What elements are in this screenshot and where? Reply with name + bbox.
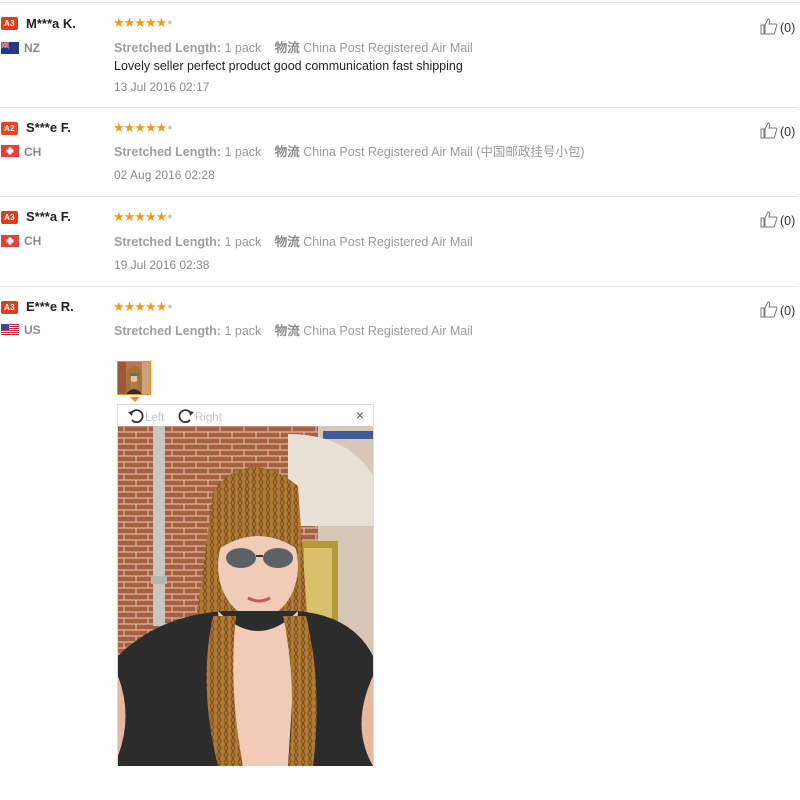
review-date: 02 Aug 2016 02:28: [114, 168, 215, 182]
rating-stars-glyphs: ★★★★★: [113, 120, 167, 135]
logistics-value: China Post Registered Air Mail: [303, 324, 473, 338]
reviewer-name: M***a K.: [26, 16, 76, 31]
length-value: 1 pack: [224, 235, 262, 249]
reviewer-name: S***a F.: [26, 209, 71, 224]
length-value: 1 pack: [224, 324, 262, 338]
rating-stars-glyphs: ★★★★★: [113, 15, 167, 30]
nz-flag-icon: [1, 42, 19, 54]
thumbnail-photo: [118, 362, 150, 394]
buyer-level-badge: A2: [1, 122, 18, 135]
helpful-button[interactable]: (0): [760, 211, 795, 228]
logistics-label: 物流: [274, 145, 300, 159]
review-date: 13 Jul 2016 02:17: [114, 80, 210, 94]
review-attributes: Stretched Length: 1 pack 物流 China Post R…: [114, 37, 473, 56]
helpful-count: (0): [780, 125, 796, 139]
thumbs-up-icon: [760, 122, 778, 139]
reviewer-country: NZ: [24, 41, 40, 55]
review-photo: [118, 426, 373, 766]
length-label: Stretched Length:: [114, 145, 221, 159]
buyer-level-badge: A3: [1, 301, 18, 314]
logistics-value: China Post Registered Air Mail: [303, 235, 473, 249]
buyer-level-badge: A3: [1, 211, 18, 224]
reviewer-country: US: [24, 323, 41, 337]
ch-flag-icon: [1, 145, 19, 157]
logistics-value: China Post Registered Air Mail (中国邮政挂号小包…: [303, 145, 585, 159]
length-label: Stretched Length:: [114, 41, 221, 55]
review-divider: [0, 286, 798, 287]
length-value: 1 pack: [224, 145, 262, 159]
us-flag-icon: [1, 324, 19, 336]
length-label: Stretched Length:: [114, 324, 221, 338]
review-text: Lovely seller perfect product good commu…: [114, 59, 463, 73]
review-attributes: Stretched Length: 1 pack 物流 China Post R…: [114, 141, 585, 160]
rating-stars: ★★★★★●: [113, 120, 173, 135]
thumbs-up-icon: [760, 301, 778, 318]
thumbs-up-icon: [760, 211, 778, 228]
rating-stars: ★★★★★●: [113, 299, 173, 314]
rotate-right-icon: [178, 409, 194, 424]
helpful-button[interactable]: (0): [760, 18, 795, 35]
image-viewer: Left Right ×: [117, 404, 374, 766]
close-icon[interactable]: ×: [356, 408, 364, 422]
logistics-label: 物流: [274, 41, 300, 55]
review-divider: [0, 196, 798, 197]
rotate-right-button[interactable]: Right: [177, 407, 222, 425]
helpful-count: (0): [780, 214, 796, 228]
review-divider: [0, 107, 798, 108]
review-attributes: Stretched Length: 1 pack 物流 China Post R…: [114, 320, 473, 339]
buyer-level-badge: A3: [1, 17, 18, 30]
reviewer-name: S***e F.: [26, 120, 71, 135]
logistics-value: China Post Registered Air Mail: [303, 41, 473, 55]
logistics-label: 物流: [274, 235, 300, 249]
image-viewer-toolbar: Left Right ×: [118, 405, 373, 426]
reviewer-name: E***e R.: [26, 299, 74, 314]
helpful-count: (0): [780, 21, 796, 35]
length-value: 1 pack: [224, 41, 262, 55]
rating-stars-glyphs: ★★★★★: [113, 299, 167, 314]
review-date: 19 Jul 2016 02:38: [114, 258, 210, 272]
length-label: Stretched Length:: [114, 235, 221, 249]
rating-stars: ★★★★★●: [113, 209, 173, 224]
rotate-left-label: Left: [145, 412, 165, 424]
top-divider: [0, 2, 800, 3]
helpful-button[interactable]: (0): [760, 122, 795, 139]
thumbs-up-icon: [760, 18, 778, 35]
reviewer-country: CH: [24, 234, 42, 248]
reviewer-country: CH: [24, 145, 42, 159]
rating-stars-glyphs: ★★★★★: [113, 209, 167, 224]
rotate-left-icon: [128, 409, 144, 424]
review-image-thumbnail[interactable]: [117, 361, 151, 395]
thumbnail-active-caret: [130, 397, 140, 402]
ch-flag-icon: [1, 235, 19, 247]
rotate-left-button[interactable]: Left: [127, 407, 164, 425]
helpful-button[interactable]: (0): [760, 301, 795, 318]
rotate-right-label: Right: [195, 412, 222, 424]
logistics-label: 物流: [274, 324, 300, 338]
rating-stars: ★★★★★●: [113, 15, 173, 30]
review-attributes: Stretched Length: 1 pack 物流 China Post R…: [114, 231, 473, 250]
helpful-count: (0): [780, 304, 796, 318]
